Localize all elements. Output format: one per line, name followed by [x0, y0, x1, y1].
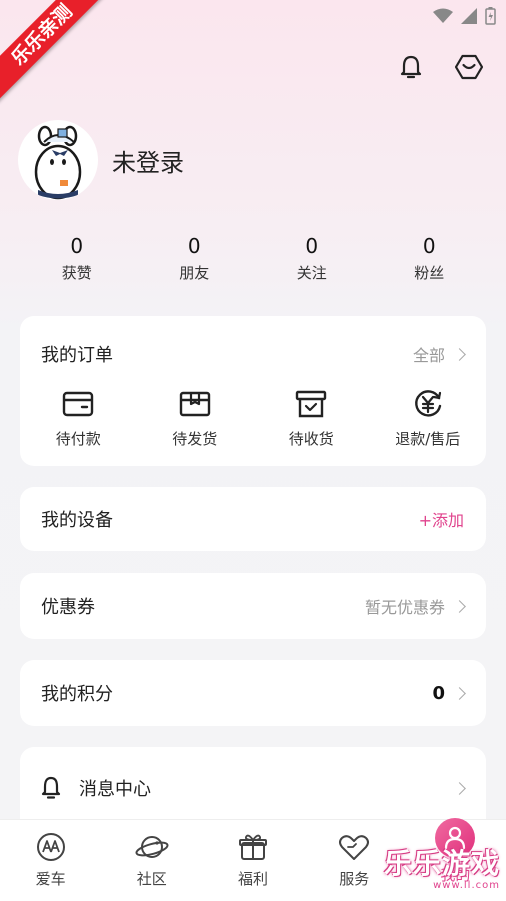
- bell-icon: [41, 776, 61, 799]
- messages-title: 消息中心: [79, 779, 151, 800]
- order-pending-shipment[interactable]: 待发货: [137, 388, 254, 449]
- heart-hands-icon: [339, 835, 370, 860]
- devices-row[interactable]: 我的设备 +添加: [20, 487, 486, 551]
- bell-icon[interactable]: [396, 52, 426, 82]
- stat-label: 获赞: [61, 264, 92, 282]
- wallet-icon: [63, 391, 94, 417]
- order-status-label: 待收货: [288, 430, 334, 448]
- stats-row: 0 获赞 0 朋友 0 关注 0 粉丝: [18, 234, 488, 283]
- chevron-right-icon: [453, 599, 466, 613]
- stat-label: 关注: [296, 264, 327, 282]
- chevron-right-icon: [453, 347, 466, 361]
- username-login[interactable]: 未登录: [112, 143, 184, 178]
- profile-header: 未登录: [18, 120, 184, 200]
- stat-likes[interactable]: 0 获赞: [18, 234, 136, 283]
- battery-icon: [485, 7, 496, 25]
- order-pending-payment[interactable]: 待付款: [20, 388, 137, 449]
- refund-yen-icon: [414, 390, 441, 417]
- signal-icon: [461, 8, 477, 24]
- tab-car[interactable]: 爱车: [0, 820, 101, 901]
- stat-friends[interactable]: 0 朋友: [136, 234, 254, 283]
- orders-card: 我的订单 全部 待付款 待发货 待收货 退款/售后: [20, 316, 486, 466]
- watermark-text: 乐乐游戏: [383, 847, 500, 880]
- points-value: 0: [432, 682, 445, 704]
- order-status-list: 待付款 待发货 待收货 退款/售后: [20, 388, 486, 449]
- stat-following[interactable]: 0 关注: [253, 234, 371, 283]
- chevron-right-icon: [453, 686, 466, 700]
- tab-label: 爱车: [35, 870, 66, 888]
- gift-icon: [239, 834, 267, 860]
- stat-value: 0: [70, 234, 84, 258]
- coupons-card: 优惠券 暂无优惠券: [20, 573, 486, 639]
- site-watermark: 乐乐游戏 www.ll.com: [384, 842, 500, 891]
- coupons-title: 优惠券: [41, 597, 95, 618]
- coupons-status: 暂无优惠券: [364, 598, 445, 617]
- stat-label: 朋友: [179, 264, 210, 282]
- tab-label: 福利: [238, 870, 269, 888]
- points-title: 我的积分: [41, 684, 113, 705]
- order-refund-aftersale[interactable]: 退款/售后: [370, 388, 487, 449]
- messages-row[interactable]: 消息中心: [20, 747, 486, 829]
- points-row[interactable]: 我的积分 0: [20, 660, 486, 726]
- hexagon-settings-icon[interactable]: [454, 52, 484, 82]
- inbox-check-icon: [296, 390, 327, 418]
- tab-welfare[interactable]: 福利: [202, 820, 303, 901]
- planet-icon: [135, 836, 169, 858]
- tab-label: 服务: [339, 870, 370, 888]
- stat-value: 0: [187, 234, 201, 258]
- devices-title: 我的设备: [41, 510, 113, 531]
- coupons-row[interactable]: 优惠券 暂无优惠券: [20, 573, 486, 639]
- orders-all-label: 全部: [412, 346, 445, 365]
- tab-label: 社区: [136, 870, 167, 888]
- stat-value: 0: [305, 234, 319, 258]
- tab-community[interactable]: 社区: [101, 820, 202, 901]
- stat-fans[interactable]: 0 粉丝: [371, 234, 489, 283]
- package-icon: [179, 391, 210, 417]
- orders-all-link[interactable]: 全部: [412, 342, 466, 366]
- orders-title: 我的订单: [41, 345, 113, 366]
- devices-card: 我的设备 +添加: [20, 487, 486, 551]
- car-logo-icon: [36, 833, 65, 861]
- order-pending-receipt[interactable]: 待收货: [253, 388, 370, 449]
- order-status-label: 待发货: [172, 430, 218, 448]
- order-status-label: 退款/售后: [395, 430, 461, 448]
- wifi-icon: [433, 8, 453, 23]
- add-device-button[interactable]: +添加: [419, 507, 464, 531]
- points-card: 我的积分 0: [20, 660, 486, 726]
- stat-label: 粉丝: [414, 264, 445, 282]
- orders-header: 我的订单 全部: [20, 316, 486, 392]
- order-status-label: 待付款: [55, 430, 101, 448]
- stat-value: 0: [422, 234, 436, 258]
- top-actions: [396, 52, 484, 82]
- mascot-avatar[interactable]: [18, 120, 98, 200]
- chevron-right-icon: [453, 781, 466, 795]
